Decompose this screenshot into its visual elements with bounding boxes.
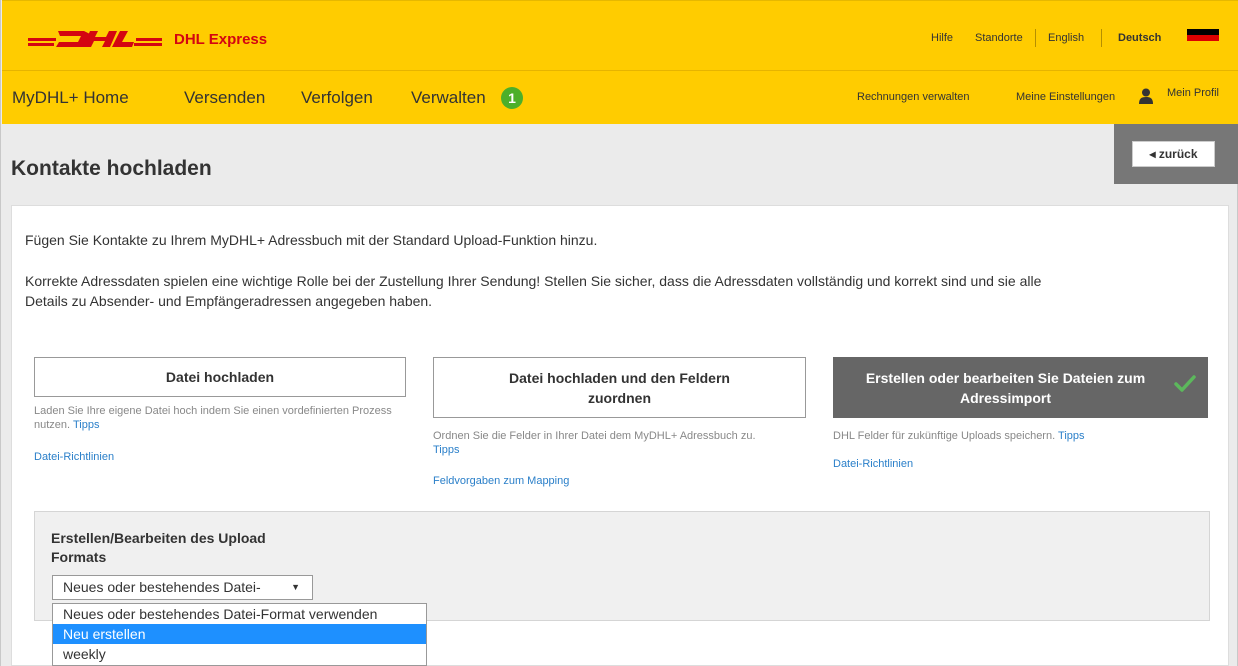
dropdown-option-highlighted[interactable]: Neu erstellen bbox=[53, 624, 426, 644]
page-title: Kontakte hochladen bbox=[11, 157, 212, 180]
upload-file-desc: Laden Sie Ihre eigene Datei hoch indem S… bbox=[34, 404, 406, 432]
format-label: Erstellen/Bearbeiten des Upload Formats bbox=[51, 530, 266, 565]
germany-flag-icon[interactable] bbox=[1187, 29, 1219, 47]
upload-map-label-2: zuordnen bbox=[588, 390, 651, 406]
upload-map-button[interactable]: Datei hochladen und den Feldern zuordnen bbox=[433, 357, 806, 418]
create-edit-button[interactable]: Erstellen oder bearbeiten Sie Dateien zu… bbox=[833, 357, 1208, 418]
notification-badge: 1 bbox=[501, 87, 523, 109]
create-edit-label-2: Adressimport bbox=[959, 390, 1052, 406]
nav-profile[interactable]: Mein Profil bbox=[1167, 87, 1219, 99]
info-text-line2: Details zu Absender- und Empfängeradress… bbox=[25, 293, 433, 309]
format-dropdown-list: Neues oder bestehendes Datei-Format verw… bbox=[52, 603, 427, 666]
mapping-link[interactable]: Feldvorgaben zum Mapping bbox=[433, 475, 569, 487]
nav-invoices[interactable]: Rechnungen verwalten bbox=[857, 91, 970, 103]
locations-link[interactable]: Standorte bbox=[975, 32, 1023, 44]
language-english[interactable]: English bbox=[1048, 32, 1084, 44]
checkmark-icon bbox=[1174, 375, 1196, 392]
file-guidelines-link[interactable]: Datei-Richtlinien bbox=[34, 451, 114, 463]
nav-home[interactable]: MyDHL+ Home bbox=[12, 88, 129, 108]
dropdown-option[interactable]: Neues oder bestehendes Datei-Format verw… bbox=[53, 604, 426, 624]
nav-manage[interactable]: Verwalten bbox=[411, 88, 486, 108]
format-select[interactable]: Neues oder bestehendes Datei- ▼ bbox=[52, 575, 313, 600]
brand-name: DHL Express bbox=[174, 31, 268, 48]
top-header: DHL Express Hilfe Standorte English Deut… bbox=[2, 0, 1238, 70]
file-guidelines-link[interactable]: Datei-Richtlinien bbox=[833, 458, 913, 470]
nav-track[interactable]: Verfolgen bbox=[301, 88, 373, 108]
tips-link[interactable]: Tipps bbox=[73, 419, 100, 431]
back-button[interactable]: ◂ zurück bbox=[1132, 141, 1215, 167]
upload-map-label-1: Datei hochladen und den Feldern bbox=[509, 370, 730, 386]
app-frame: DHL Express Hilfe Standorte English Deut… bbox=[0, 0, 1238, 666]
format-select-value: Neues oder bestehendes Datei- bbox=[63, 579, 261, 595]
tips-link[interactable]: Tipps bbox=[433, 444, 460, 456]
main-nav: MyDHL+ Home Versenden Verfolgen Verwalte… bbox=[2, 70, 1238, 124]
tips-link[interactable]: Tipps bbox=[1058, 430, 1085, 442]
nav-settings[interactable]: Meine Einstellungen bbox=[1016, 91, 1115, 103]
desc-text: Ordnen Sie die Felder in Ihrer Datei dem… bbox=[433, 430, 756, 442]
dropdown-option[interactable]: weekly bbox=[53, 644, 426, 664]
create-edit-label-1: Erstellen oder bearbeiten Sie Dateien zu… bbox=[865, 370, 1146, 386]
dropdown-arrow-icon: ▼ bbox=[291, 582, 300, 592]
intro-text: Fügen Sie Kontakte zu Ihrem MyDHL+ Adres… bbox=[25, 232, 598, 248]
back-container: ◂ zurück bbox=[1114, 124, 1238, 184]
divider bbox=[1035, 29, 1036, 47]
upload-file-button[interactable]: Datei hochladen bbox=[34, 357, 406, 397]
desc-text: DHL Felder für zukünftige Uploads speich… bbox=[833, 430, 1056, 442]
upload-file-label: Datei hochladen bbox=[165, 369, 275, 385]
profile-icon[interactable] bbox=[1139, 88, 1153, 104]
divider bbox=[1101, 29, 1102, 47]
info-text-line1: Korrekte Adressdaten spielen eine wichti… bbox=[25, 273, 1042, 289]
help-link[interactable]: Hilfe bbox=[931, 32, 953, 44]
create-edit-desc: DHL Felder für zukünftige Uploads speich… bbox=[833, 429, 1208, 443]
upload-map-desc: Ordnen Sie die Felder in Ihrer Datei dem… bbox=[433, 429, 813, 457]
nav-ship[interactable]: Versenden bbox=[184, 88, 265, 108]
language-deutsch[interactable]: Deutsch bbox=[1118, 32, 1161, 44]
dhl-logo[interactable] bbox=[28, 29, 162, 51]
